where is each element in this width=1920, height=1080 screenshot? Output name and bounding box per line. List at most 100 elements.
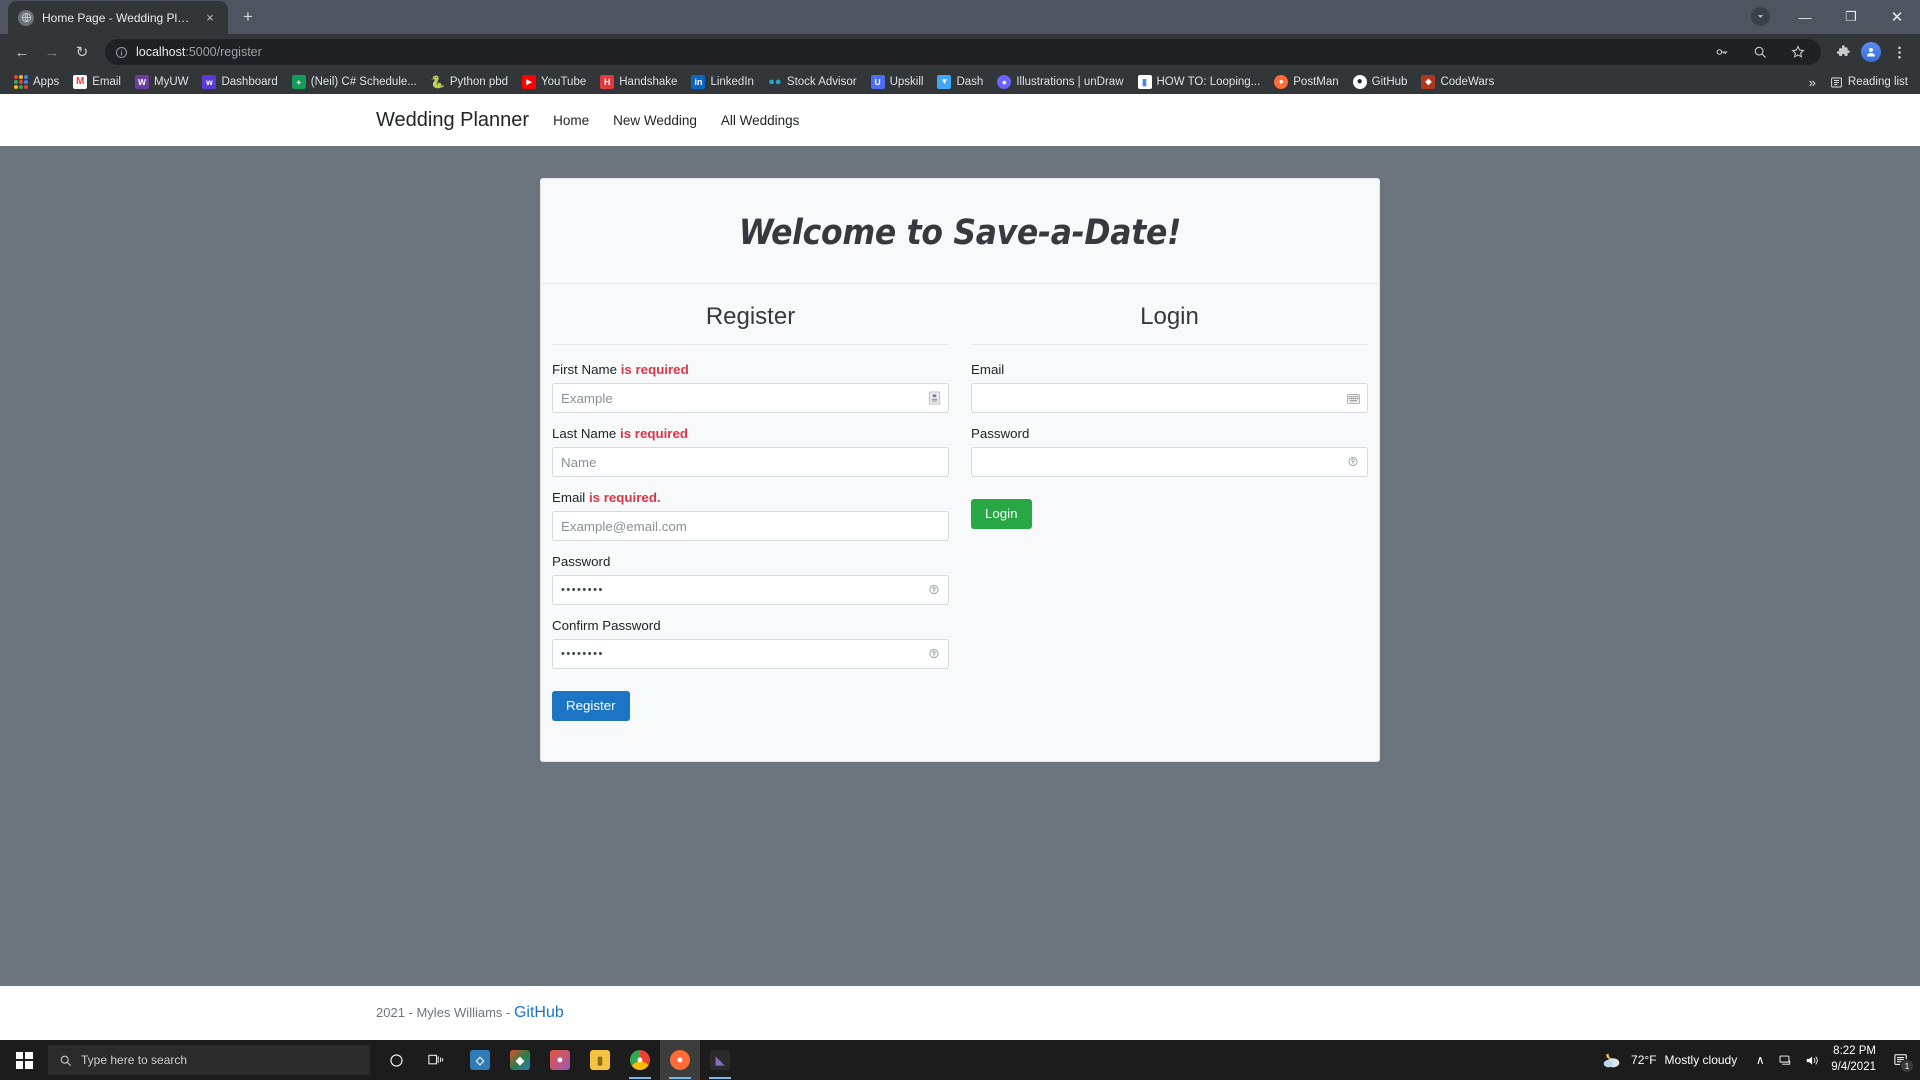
- bookmark-codewars[interactable]: ◆ CodeWars: [1415, 73, 1500, 91]
- postman-icon: ●: [1274, 75, 1289, 89]
- search-icon[interactable]: [1747, 39, 1773, 65]
- bookmark-label: Email: [92, 76, 121, 88]
- field-email: Email is required.: [552, 490, 949, 541]
- nav-link-new-wedding[interactable]: New Wedding: [613, 113, 697, 128]
- url-host: localhost: [136, 45, 186, 59]
- weather-widget[interactable]: 72°F Mostly cloudy: [1591, 1051, 1747, 1070]
- menu-kebab-icon[interactable]: [1886, 39, 1912, 65]
- bookmark-upskill[interactable]: U Upskill: [865, 73, 930, 91]
- network-icon[interactable]: [1773, 1040, 1799, 1080]
- nav-link-home[interactable]: Home: [553, 113, 589, 128]
- info-circle-icon[interactable]: [115, 46, 128, 59]
- cortana-circle-icon[interactable]: [376, 1040, 416, 1080]
- login-button[interactable]: Login: [971, 499, 1032, 529]
- login-heading: Login: [971, 284, 1368, 345]
- bookmark-dashboard[interactable]: w Dashboard: [196, 73, 283, 91]
- tray-chevron-up-icon[interactable]: ∧: [1747, 1040, 1773, 1080]
- taskbar-app-colored[interactable]: ◆: [500, 1040, 540, 1080]
- login-column: Login Email Password Login: [960, 284, 1379, 721]
- auth-card: Welcome to Save-a-Date! Register First N…: [540, 178, 1380, 762]
- close-icon[interactable]: ×: [202, 10, 218, 25]
- bookmark-postman[interactable]: ● PostMan: [1268, 73, 1344, 91]
- minimize-button[interactable]: —: [1782, 0, 1828, 34]
- profile-avatar[interactable]: [1858, 39, 1884, 65]
- nav-link-all-weddings[interactable]: All Weddings: [721, 113, 800, 128]
- field-last-name: Last Name is required: [552, 426, 949, 477]
- back-button[interactable]: ←: [8, 38, 36, 66]
- taskbar-clock[interactable]: 8:22 PM 9/4/2021: [1825, 1044, 1886, 1075]
- notification-center-button[interactable]: 1: [1886, 1040, 1916, 1080]
- bookmark-python-pbd[interactable]: 🐍 Python pbd: [425, 73, 514, 91]
- last-name-input[interactable]: [552, 447, 949, 477]
- label-text: Email: [552, 490, 589, 505]
- taskbar-app-chrome[interactable]: ●: [620, 1040, 660, 1080]
- email-input[interactable]: [552, 511, 949, 541]
- footer-github-link[interactable]: GitHub: [514, 1004, 564, 1021]
- chrome-icon: ●: [630, 1050, 650, 1070]
- volume-icon[interactable]: [1799, 1040, 1825, 1080]
- maximize-button[interactable]: ❐: [1828, 0, 1874, 34]
- bookmark-how-to-looping[interactable]: ▮ HOW TO: Looping...: [1132, 73, 1267, 91]
- window-close-button[interactable]: ✕: [1874, 0, 1920, 34]
- page-title: Welcome to Save-a-Date!: [738, 213, 1182, 253]
- taskbar-app-paint3d[interactable]: ●: [540, 1040, 580, 1080]
- windows-taskbar: Type here to search ◇ ◆ ● ▮ ● ● ◣ 72°F M…: [0, 1040, 1920, 1080]
- bookmark-apps[interactable]: Apps: [8, 73, 65, 91]
- bookmark-label: Apps: [33, 76, 60, 88]
- new-tab-button[interactable]: +: [234, 3, 262, 31]
- app-icon: ◆: [510, 1050, 530, 1070]
- taskbar-app-vscode[interactable]: ◇: [460, 1040, 500, 1080]
- app-running-indicator: [709, 1077, 731, 1079]
- weather-temp: 72°F: [1631, 1053, 1657, 1067]
- bookmark-label: (Neil) C# Schedule...: [310, 76, 417, 88]
- bookmark-myuw[interactable]: W MyUW: [129, 73, 195, 91]
- undraw-icon: ●: [997, 75, 1012, 89]
- clock-date: 9/4/2021: [1831, 1061, 1876, 1073]
- bookmark-handshake[interactable]: H Handshake: [594, 73, 683, 91]
- taskbar-app-postman[interactable]: ●: [660, 1040, 700, 1080]
- bookmark-linkedin[interactable]: in LinkedIn: [685, 73, 759, 91]
- brand-link[interactable]: Wedding Planner: [376, 109, 529, 132]
- login-password-input[interactable]: [971, 447, 1368, 477]
- linkedin-icon: in: [691, 75, 706, 89]
- bookmark-stock-advisor[interactable]: ●● Stock Advisor: [762, 73, 863, 91]
- taskbar-app-file-explorer[interactable]: ▮: [580, 1040, 620, 1080]
- bookmark-dash[interactable]: ▼ Dash: [931, 73, 989, 91]
- bookmark-label: Upskill: [889, 76, 924, 88]
- extensions-icon[interactable]: [1830, 39, 1856, 65]
- confirm-password-input[interactable]: [552, 639, 949, 669]
- star-icon[interactable]: [1785, 39, 1811, 65]
- login-email-input[interactable]: [971, 383, 1368, 413]
- task-view-icon[interactable]: [416, 1040, 456, 1080]
- bookmark-label: Python pbd: [449, 76, 509, 88]
- register-button[interactable]: Register: [552, 691, 630, 721]
- label-password: Password: [552, 554, 949, 569]
- paint-palette-icon: ●: [550, 1050, 570, 1070]
- browser-tab[interactable]: Home Page - Wedding Planner ×: [8, 1, 228, 34]
- bookmark-email[interactable]: M Email: [67, 73, 127, 91]
- site-navbar: Wedding Planner Home New Wedding All Wed…: [0, 94, 1920, 146]
- doc-icon: ▮: [1137, 75, 1152, 89]
- taskbar-app-visual-studio[interactable]: ◣: [700, 1040, 740, 1080]
- chevron-double-right-icon[interactable]: »: [1809, 75, 1816, 90]
- bookmark-youtube[interactable]: ▶ YouTube: [516, 73, 592, 91]
- bookmark-github[interactable]: ● GitHub: [1347, 73, 1414, 91]
- content-area: Welcome to Save-a-Date! Register First N…: [0, 146, 1920, 986]
- taskbar-search[interactable]: Type here to search: [48, 1045, 370, 1075]
- key-icon[interactable]: [1709, 39, 1735, 65]
- address-bar[interactable]: localhost:5000/register: [105, 39, 1821, 65]
- first-name-input[interactable]: [552, 383, 949, 413]
- globe-icon: [18, 9, 34, 26]
- bookmark-csharp-schedule[interactable]: + (Neil) C# Schedule...: [286, 73, 423, 91]
- reload-button[interactable]: ↻: [68, 38, 96, 66]
- reading-list-button[interactable]: Reading list: [1830, 76, 1908, 89]
- password-input[interactable]: [552, 575, 949, 605]
- bookmark-undraw[interactable]: ● Illustrations | unDraw: [991, 73, 1129, 91]
- start-button[interactable]: [0, 1040, 48, 1080]
- tab-search-icon[interactable]: [1751, 7, 1770, 26]
- forward-button[interactable]: →: [38, 38, 66, 66]
- register-heading: Register: [552, 284, 949, 345]
- reading-list-icon: [1831, 77, 1842, 87]
- bookmark-label: Stock Advisor: [786, 76, 857, 88]
- label-first-name: First Name is required: [552, 362, 949, 377]
